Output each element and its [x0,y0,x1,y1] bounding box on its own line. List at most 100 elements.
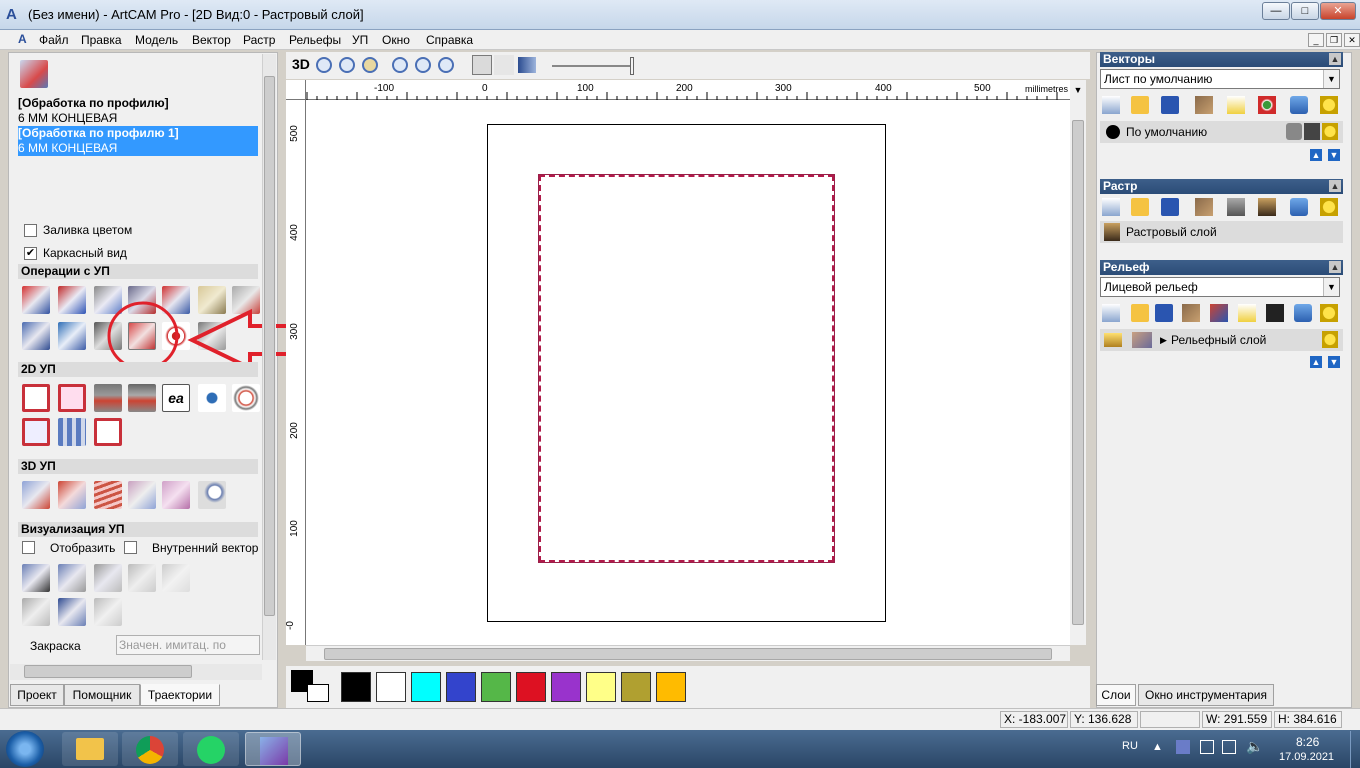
minimize-button[interactable]: — [1262,2,1290,20]
tab-assistant[interactable]: Помощник [64,684,140,706]
chevron-down-icon[interactable]: ▼ [1323,70,1339,88]
palette-color-red[interactable] [516,672,546,702]
collapse-vectors-icon[interactable]: ▲ [1329,53,1341,65]
relief-layer-row[interactable]: ▶ Рельефный слой [1100,329,1343,351]
network-icon[interactable] [1222,740,1236,754]
open-bitmap-icon[interactable] [1131,198,1149,216]
menu-help[interactable]: Справка [426,33,473,47]
maximize-button[interactable]: □ [1291,2,1319,20]
relief-grayscale-icon[interactable] [1266,304,1284,322]
simulation-block-reset-icon[interactable] [128,564,156,592]
z-level-roughing-icon[interactable] [58,481,86,509]
secondary-color-swatch[interactable] [307,684,329,702]
delete-relief-icon[interactable] [1294,304,1312,322]
machine-relief-profile-icon[interactable] [22,418,50,446]
tab-toolbox[interactable]: Окно инструментария [1138,684,1274,706]
menu-toolpaths[interactable]: УП [352,33,368,47]
palette-color-green[interactable] [481,672,511,702]
move-layer-down-icon[interactable]: ▼ [1328,149,1340,161]
menu-bitmap[interactable]: Растр [243,33,275,47]
delete-layer-icon[interactable] [1290,96,1308,114]
mdi-minimize-button[interactable]: _ [1308,33,1324,47]
visibility-bulb-icon[interactable] [1320,96,1338,114]
merge-relief-icon[interactable] [1182,304,1200,322]
taskbar-explorer[interactable] [62,732,118,766]
chevron-down-icon[interactable]: ▼ [1323,278,1339,296]
clock-date[interactable]: 17.09.2021 [1279,751,1334,763]
tab-project[interactable]: Проект [10,684,64,706]
palette-color-white[interactable] [376,672,406,702]
zoom-fit-icon[interactable] [438,57,454,73]
save-bitmap-icon[interactable] [1161,198,1179,216]
bitmap-header[interactable]: Растр ▲ [1100,179,1343,194]
simulate-toolpath-icon[interactable] [22,564,50,592]
merge-layers-icon[interactable] [1195,96,1213,114]
toolpath-group-icon[interactable] [20,60,48,88]
zoom-in-icon[interactable] [316,57,332,73]
inner-vector-checkbox[interactable] [124,541,137,554]
zoom-all-icon[interactable] [415,57,431,73]
left-panel-hscroll[interactable] [10,664,262,680]
toolpath-item-2-tool[interactable]: 6 ММ КОНЦЕВАЯ [18,141,258,156]
layer-color-dot-icon[interactable] [1106,125,1120,139]
save-toolpath-icon[interactable] [22,322,50,350]
layer-light-icon[interactable] [1227,96,1245,114]
palette-color-black[interactable] [341,672,371,702]
toolpath-item-1-name[interactable]: [Обработка по профилю] [18,96,169,111]
v-bit-carving-icon[interactable] [94,384,122,412]
delete-bitmap-icon[interactable] [1290,198,1308,216]
palette-color-orange[interactable] [656,672,686,702]
mdi-restore-button[interactable]: ❐ [1326,33,1342,47]
shading-toggle-icon[interactable] [518,57,536,73]
zoom-previous-icon[interactable] [362,57,378,73]
move-layer-up-icon[interactable]: ▲ [1310,149,1322,161]
bitmap-grayscale-icon[interactable] [1227,198,1245,216]
menu-file[interactable]: Файл [39,33,69,47]
fill-color-checkbox[interactable] [24,224,37,237]
new-bitmap-layer-icon[interactable] [1102,198,1120,216]
inlay-wizard-icon[interactable] [232,384,260,412]
tray-app-icon[interactable] [1176,740,1190,754]
app-menu-icon[interactable]: A [18,32,27,46]
bitmap-layer-row[interactable]: Растровый слой [1100,221,1343,243]
wireframe-checkbox[interactable]: ✔ [24,247,37,260]
mdi-close-button[interactable]: ✕ [1344,33,1360,47]
toolpath-item-2-name[interactable]: [Обработка по профилю 1] [18,126,258,141]
bitmap-visibility-icon[interactable] [1320,198,1338,216]
relief-light-icon[interactable] [1238,304,1256,322]
relief-header[interactable]: Рельеф ▲ [1100,260,1343,275]
new-layer-icon[interactable] [1102,96,1120,114]
new-relief-layer-icon[interactable] [1102,304,1120,322]
finishing-3d-icon[interactable] [94,481,122,509]
menu-model[interactable]: Модель [135,33,178,47]
bitmap-image-icon[interactable] [1258,198,1276,216]
tab-layers[interactable]: Слои [1096,684,1136,706]
relief-visibility-icon[interactable] [1320,304,1338,322]
vector-layer-row[interactable]: По умолчанию [1100,121,1343,143]
tray-device-icon[interactable] [1200,740,1214,754]
rest-machining-icon[interactable] [162,481,190,509]
simulation-colors-icon[interactable] [94,598,122,626]
vector-sheet-select[interactable]: Лист по умолчанию ▼ [1100,69,1340,89]
feature-machining-icon[interactable] [198,481,226,509]
taskbar-chrome[interactable] [122,732,178,766]
engraving-icon[interactable]: ea [162,384,190,412]
palette-color-blue[interactable] [446,672,476,702]
canvas-hscroll[interactable] [306,645,1070,661]
relief-combine-mode-icon[interactable] [1132,332,1152,348]
shading-select[interactable]: Значен. имитац. по [116,635,260,655]
slider-handle[interactable] [630,57,634,75]
left-panel-vscroll[interactable] [262,54,276,660]
profile-machining-icon[interactable] [22,384,50,412]
show-desktop-button[interactable] [1350,731,1360,768]
section-2d-toolpaths[interactable]: 2D УП [18,362,258,377]
palette-color-cyan[interactable] [411,672,441,702]
smart-engraving-icon[interactable] [94,418,122,446]
view-3d-button[interactable]: 3D [292,56,310,72]
taskbar-artcam[interactable] [245,732,301,766]
layer-visibility-icon[interactable] [1322,123,1338,140]
zoom-out-icon[interactable] [339,57,355,73]
merge-bitmap-icon[interactable] [1195,198,1213,216]
volume-icon[interactable]: 🔈 [1246,738,1263,755]
collapse-bitmap-icon[interactable]: ▲ [1329,180,1341,192]
